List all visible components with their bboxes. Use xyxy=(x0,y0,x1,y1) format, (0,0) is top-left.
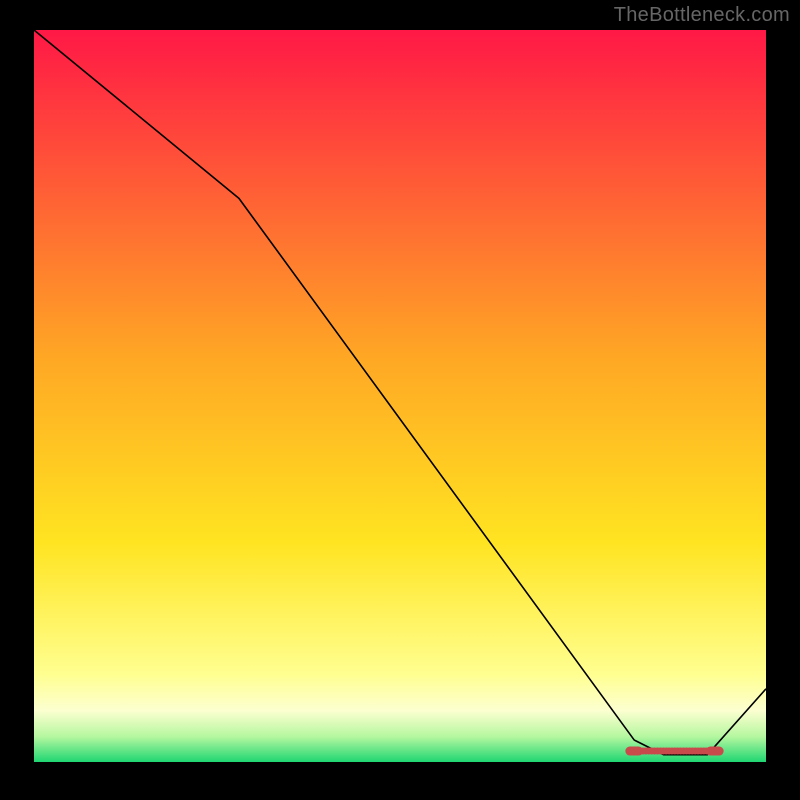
watermark-label: TheBottleneck.com xyxy=(614,4,790,27)
bottleneck-curve xyxy=(34,30,766,755)
curve-layer xyxy=(34,30,766,762)
chart-frame: TheBottleneck.com xyxy=(0,0,800,800)
plot-area xyxy=(34,30,766,762)
